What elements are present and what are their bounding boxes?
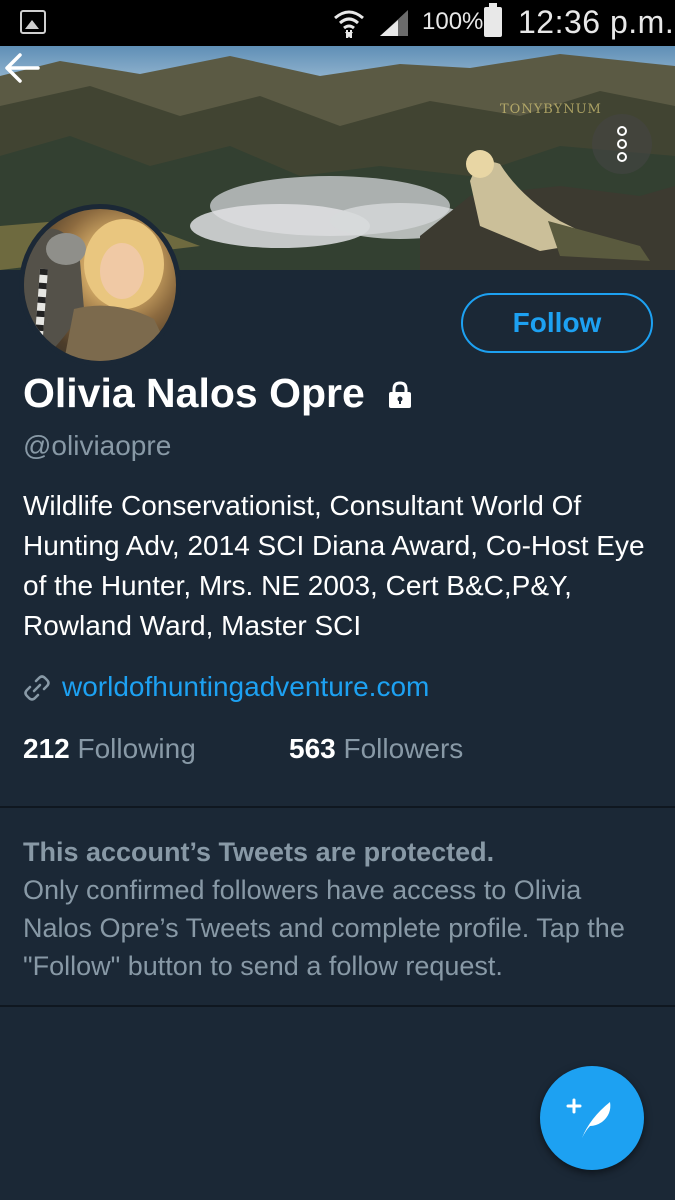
profile-website-link[interactable]: worldofhuntingadventure.com — [62, 671, 429, 703]
wifi-icon — [334, 10, 364, 38]
gallery-notification-icon — [20, 10, 46, 34]
lock-icon — [389, 381, 411, 408]
profile-handle: @oliviaopre — [23, 430, 172, 461]
following-stat[interactable]: 212 Following — [23, 733, 196, 765]
divider — [0, 806, 675, 808]
followers-label: Followers — [343, 733, 464, 764]
battery-icon — [484, 3, 502, 37]
following-count: 212 — [23, 733, 70, 764]
protected-notice: This account’s Tweets are protected. Onl… — [23, 833, 653, 985]
avatar-photo — [24, 219, 174, 361]
following-label: Following — [77, 733, 196, 764]
profile-bio: Wildlife Conservationist, Consultant Wor… — [23, 490, 645, 641]
more-options-icon[interactable] — [592, 114, 652, 174]
link-icon — [24, 675, 50, 701]
compose-quill-icon — [566, 1098, 611, 1138]
follow-button[interactable]: Follow — [461, 293, 653, 353]
back-arrow-icon[interactable] — [0, 46, 44, 90]
divider — [0, 1005, 675, 1007]
status-bar: 100% 12:36 p.m. — [0, 0, 675, 46]
avatar[interactable] — [19, 204, 181, 366]
profile-name: Olivia Nalos Opre — [23, 370, 365, 416]
photo-watermark: TONYBYNUM — [500, 102, 602, 117]
followers-count: 563 — [289, 733, 336, 764]
signal-icon — [380, 10, 408, 36]
clock: 12:36 p.m. — [518, 4, 675, 40]
followers-stat[interactable]: 563 Followers — [289, 733, 463, 765]
protected-notice-title: This account’s Tweets are protected. — [23, 837, 495, 867]
battery-percent: 100% — [422, 8, 484, 35]
compose-tweet-button[interactable] — [540, 1066, 644, 1170]
protected-notice-body: Only confirmed followers have access to … — [23, 875, 625, 981]
